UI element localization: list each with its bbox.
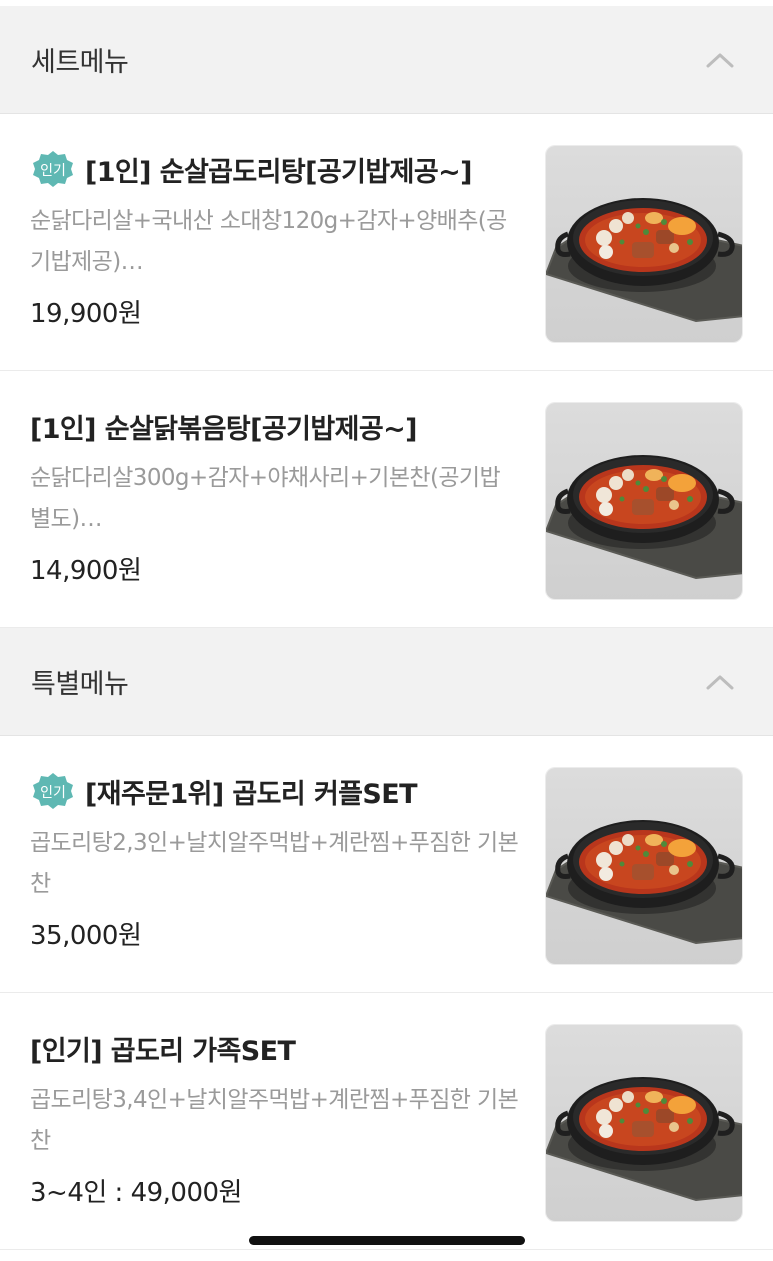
badge-label: 인기 [40,785,66,801]
menu-item[interactable]: 인기 [1인] 순살곱도리탕[공기밥제공~] 순닭다리살+국내산 소대창120g… [0,114,773,371]
item-price: 35,000원 [30,921,142,951]
popular-badge: 인기 [33,773,73,809]
section-header-special-menu[interactable]: 특별메뉴 [0,628,773,736]
menu-item[interactable]: 인기 [재주문1위] 곱도리 커플SET 곱도리탕2,3인+날치알주먹밥+계란찜… [0,736,773,993]
item-description: 순닭다리살300g+감자+야채사리+기본찬(공기밥 별도)… [30,465,501,532]
home-indicator[interactable] [249,1236,525,1245]
item-price: 19,900원 [30,299,142,329]
item-description: 곱도리탕3,4인+날치알주먹밥+계란찜+푸짐한 기본찬 [30,1087,519,1154]
item-name: [1인] 순살닭볶음탕[공기밥제공~] [30,413,417,445]
stew-pot-image[interactable] [545,402,743,600]
item-description: 곱도리탕2,3인+날치알주먹밥+계란찜+푸짐한 기본찬 [30,830,519,897]
menu-item[interactable]: [인기] 곱도리 가족SET 곱도리탕3,4인+날치알주먹밥+계란찜+푸짐한 기… [0,993,773,1250]
stew-pot-image[interactable] [545,1024,743,1222]
item-description: 순닭다리살+국내산 소대창120g+감자+양배추(공기밥제공)… [30,208,507,275]
popular-badge: 인기 [33,151,73,187]
chevron-up-icon[interactable] [705,51,735,69]
section-title: 세트메뉴 [31,47,129,78]
item-price: 3~4인 : 49,000원 [30,1178,242,1208]
item-name: [인기] 곱도리 가족SET [30,1035,296,1067]
section-title: 특별메뉴 [31,669,129,700]
chevron-up-icon[interactable] [705,673,735,691]
stew-pot-image[interactable] [545,145,743,343]
menu-item[interactable]: [1인] 순살닭볶음탕[공기밥제공~] 순닭다리살300g+감자+야채사리+기본… [0,371,773,628]
badge-label: 인기 [40,163,66,179]
item-price: 14,900원 [30,556,142,586]
item-name: [1인] 순살곱도리탕[공기밥제공~] [85,156,472,188]
section-header-set-menu[interactable]: 세트메뉴 [0,6,773,114]
stew-pot-image[interactable] [545,767,743,965]
item-name: [재주문1위] 곱도리 커플SET [85,778,418,810]
